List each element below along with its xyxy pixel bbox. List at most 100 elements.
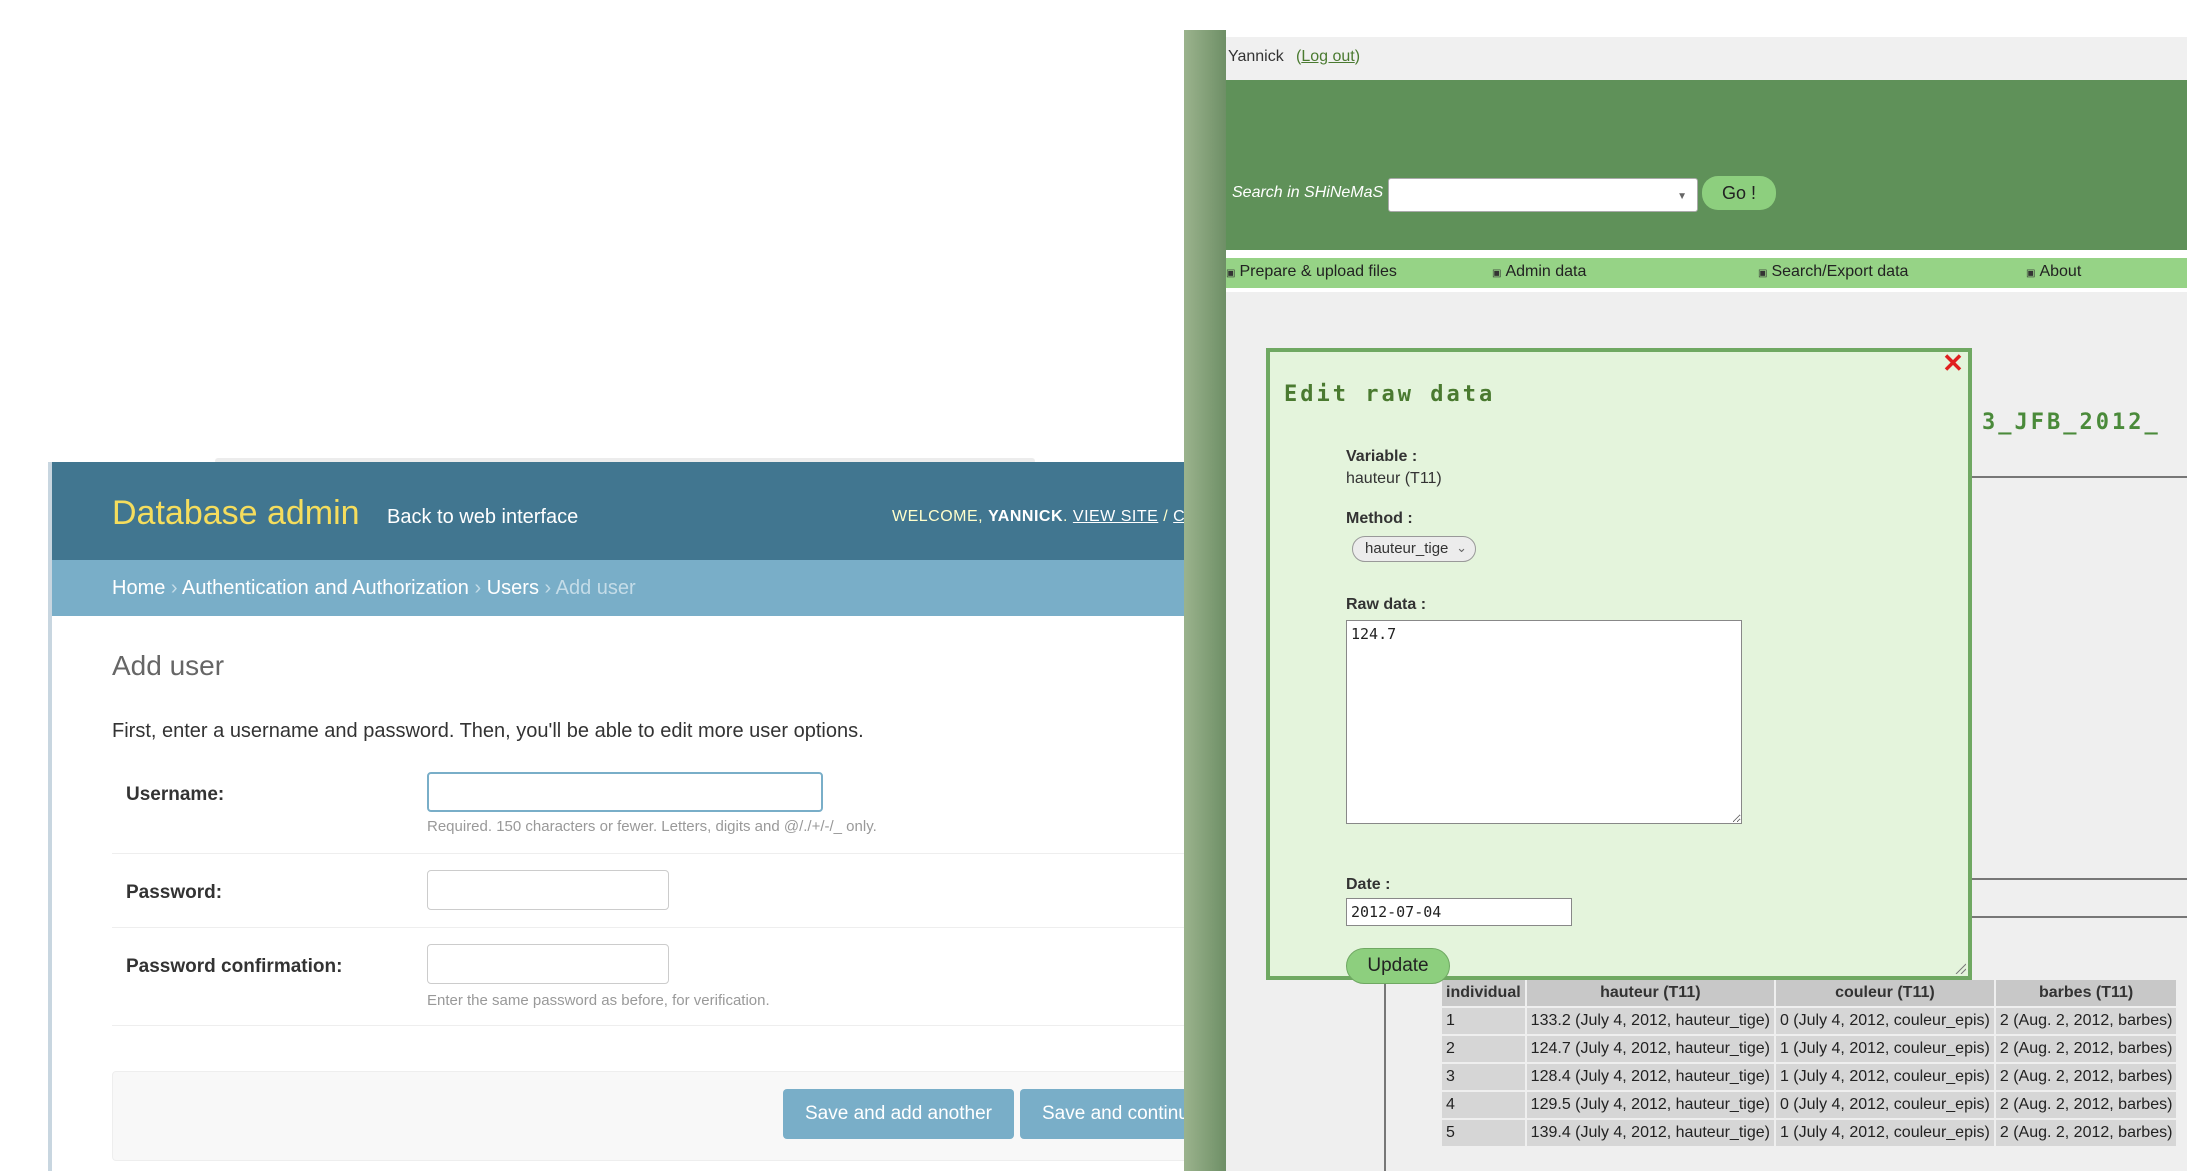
table-cell[interactable]: 1 (July 4, 2012, couleur_epis) (1775, 1036, 1994, 1062)
breadcrumb-separator: › (170, 577, 178, 599)
table-cell[interactable]: 1 (July 4, 2012, couleur_epis) (1775, 1064, 1994, 1090)
divider-line (1972, 476, 2187, 478)
nav-label: Prepare & upload files (1239, 263, 1397, 280)
edit-raw-data-dialog: ✕ Edit raw data Variable : hauteur (T11)… (1266, 348, 1972, 984)
user-bar: Yannick (Log out) (1226, 37, 2187, 81)
table-header-row: individual hauteur (T11) couleur (T11) b… (1442, 980, 2177, 1006)
column-header: couleur (T11) (1775, 980, 1994, 1006)
variable-label: Variable : (1346, 448, 1418, 465)
password-confirmation-input[interactable] (427, 944, 669, 984)
table-cell[interactable]: 2 (Aug. 2, 2012, barbes) (1995, 1008, 2177, 1034)
method-selected-value: hauteur_tige (1365, 540, 1449, 557)
nav-label: About (2039, 263, 2082, 280)
bullet-icon: ▣ (1226, 268, 1236, 279)
table-cell[interactable]: 2 (Aug. 2, 2012, barbes) (1995, 1120, 2177, 1146)
date-input[interactable] (1346, 898, 1572, 926)
table-cell: 5 (1442, 1120, 1525, 1146)
page-title-fragment: 3_JFB_2012_ (1982, 410, 2161, 435)
user-name: Yannick (1228, 48, 1284, 65)
nav-item-search-export[interactable]: ▣ Search/Export data (1758, 263, 1908, 281)
window-edge-gradient (1184, 30, 1226, 1171)
column-header: barbes (T11) (1995, 980, 2177, 1006)
breadcrumb-separator: › (474, 577, 482, 599)
welcome-text: WELCOME, (892, 508, 984, 525)
table-cell[interactable]: 0 (July 4, 2012, couleur_epis) (1775, 1092, 1994, 1118)
bullet-icon: ▣ (1758, 268, 1768, 279)
table-cell[interactable]: 1 (July 4, 2012, couleur_epis) (1775, 1120, 1994, 1146)
raw-data-table: individual hauteur (T11) couleur (T11) b… (1440, 978, 2178, 1148)
close-icon[interactable]: ✕ (1942, 350, 1964, 376)
shinemas-window: Yannick (Log out) Search in SHiNeMaS : ▼… (1184, 30, 2187, 1171)
save-and-continue-button[interactable]: Save and continu (1020, 1089, 1192, 1139)
password-input[interactable] (427, 870, 669, 910)
view-site-link[interactable]: VIEW SITE (1073, 508, 1158, 525)
raw-data-textarea[interactable]: 124.7 (1346, 620, 1742, 824)
table-row: 1 133.2 (July 4, 2012, hauteur_tige) 0 (… (1442, 1008, 2177, 1034)
search-label: Search in SHiNeMaS : (1232, 184, 1393, 201)
table-cell: 4 (1442, 1092, 1525, 1118)
admin-header: Database admin Back to web interface WEL… (52, 462, 1192, 560)
site-brand[interactable]: Database admin (112, 494, 360, 533)
table-cell[interactable]: 128.4 (July 4, 2012, hauteur_tige) (1526, 1064, 1774, 1090)
divider-line (1972, 878, 2187, 880)
chevron-down-icon: ⌄ (1456, 540, 1467, 555)
breadcrumb: Home › Authentication and Authorization … (52, 560, 1192, 616)
username-input[interactable] (427, 772, 823, 812)
row-divider (112, 853, 1192, 854)
bullet-icon: ▣ (2026, 268, 2036, 279)
row-divider (112, 927, 1192, 928)
logout-link[interactable]: (Log out) (1296, 48, 1360, 66)
dialog-title: Edit raw data (1284, 382, 1496, 407)
table-row: 3 128.4 (July 4, 2012, hauteur_tige) 1 (… (1442, 1064, 2177, 1090)
nav-label: Search/Export data (1771, 263, 1909, 280)
password-label: Password: (126, 882, 223, 903)
nav-item-about[interactable]: ▣ About (2026, 263, 2081, 281)
table-cell[interactable]: 133.2 (July 4, 2012, hauteur_tige) (1526, 1008, 1774, 1034)
username-help: Required. 150 characters or fewer. Lette… (427, 818, 877, 835)
intro-text: First, enter a username and password. Th… (112, 720, 864, 742)
breadcrumb-users[interactable]: Users (487, 577, 539, 599)
row-divider (112, 1025, 1192, 1026)
back-to-web-link[interactable]: Back to web interface (387, 506, 578, 529)
table-cell[interactable]: 0 (July 4, 2012, couleur_epis) (1775, 1008, 1994, 1034)
save-and-add-another-button[interactable]: Save and add another (783, 1089, 1014, 1139)
username-label: Username: (126, 784, 225, 805)
raw-data-label: Raw data : (1346, 596, 1427, 613)
breadcrumb-auth[interactable]: Authentication and Authorization (182, 577, 469, 599)
nav-label: Admin data (1505, 263, 1587, 280)
logout-link-text[interactable]: Log out (1301, 48, 1354, 65)
table-cell: 3 (1442, 1064, 1525, 1090)
method-select[interactable]: hauteur_tige ⌄ (1352, 536, 1476, 562)
table-cell[interactable]: 124.7 (July 4, 2012, hauteur_tige) (1526, 1036, 1774, 1062)
resize-handle-icon[interactable] (1954, 962, 1966, 974)
breadcrumb-home[interactable]: Home (112, 577, 165, 599)
django-admin-window: Database admin Back to web interface WEL… (52, 462, 1192, 1171)
table-cell[interactable]: 2 (Aug. 2, 2012, barbes) (1995, 1064, 2177, 1090)
table-cell[interactable]: 139.4 (July 4, 2012, hauteur_tige) (1526, 1120, 1774, 1146)
table-row: 4 129.5 (July 4, 2012, hauteur_tige) 0 (… (1442, 1092, 2177, 1118)
user-tools: WELCOME, YANNICK. VIEW SITE / CHA (892, 508, 1192, 526)
header-banner: Search in SHiNeMaS : ▼ Go ! (1226, 80, 2187, 250)
username-text: YANNICK (988, 508, 1063, 525)
table-cell[interactable]: 2 (Aug. 2, 2012, barbes) (1995, 1036, 2177, 1062)
table-row: 2 124.7 (July 4, 2012, hauteur_tige) 1 (… (1442, 1036, 2177, 1062)
main-nav: ▣ Prepare & upload files ▣ Admin data ▣ Sea… (1226, 258, 2187, 288)
nav-item-prepare-upload[interactable]: ▣ Prepare & upload files (1226, 263, 1397, 281)
dropdown-caret-icon: ▼ (1677, 191, 1687, 202)
update-button[interactable]: Update (1346, 948, 1450, 984)
table-cell: 2 (1442, 1036, 1525, 1062)
table-cell[interactable]: 2 (Aug. 2, 2012, barbes) (1995, 1092, 2177, 1118)
nav-item-admin-data[interactable]: ▣ Admin data (1492, 263, 1586, 281)
divider-line (1972, 916, 2187, 918)
table-cell: 1 (1442, 1008, 1525, 1034)
page-title: Add user (112, 650, 225, 681)
go-button[interactable]: Go ! (1702, 176, 1776, 210)
divider-line (1384, 980, 1386, 1171)
search-select[interactable]: ▼ (1388, 178, 1698, 212)
method-label: Method : (1346, 510, 1413, 527)
password-confirmation-help: Enter the same password as before, for v… (427, 992, 770, 1009)
bullet-icon: ▣ (1492, 268, 1502, 279)
column-header: individual (1442, 980, 1525, 1006)
user-tools-separator: / (1163, 508, 1169, 525)
table-cell[interactable]: 129.5 (July 4, 2012, hauteur_tige) (1526, 1092, 1774, 1118)
